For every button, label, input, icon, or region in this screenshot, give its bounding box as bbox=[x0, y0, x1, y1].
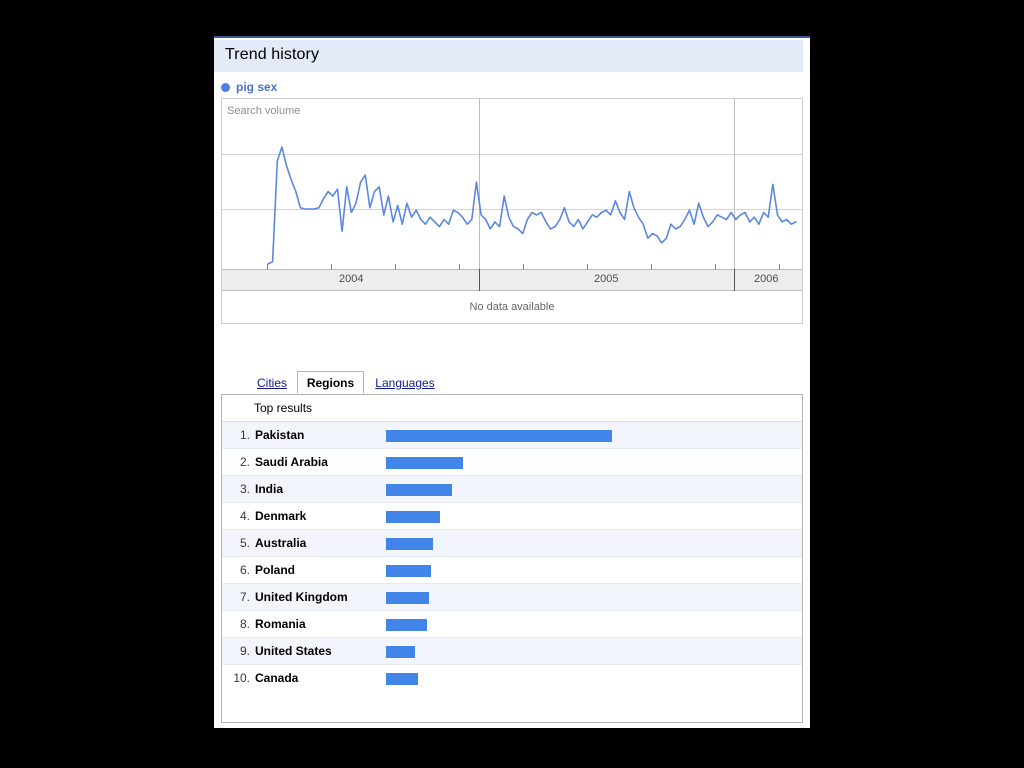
trend-line-chart bbox=[267, 146, 797, 265]
x-tick bbox=[587, 264, 588, 270]
no-data-message: No data available bbox=[469, 301, 555, 313]
row-value-bar bbox=[386, 484, 452, 496]
row-rank: 4. bbox=[239, 509, 250, 523]
tab-languages-label: Languages bbox=[375, 375, 435, 390]
page-header: Trend history bbox=[214, 40, 803, 72]
row-value-bar bbox=[386, 430, 612, 442]
chart-plot-area: Search volume bbox=[222, 99, 802, 269]
results-list: 1. Pakistan 2. Saudi Arabia 3. India 4. Denmark… bbox=[222, 422, 802, 692]
x-tick bbox=[651, 264, 652, 270]
table-row[interactable]: 5. Australia bbox=[222, 530, 802, 557]
chart-legend: pig sex bbox=[221, 78, 277, 96]
x-tick bbox=[779, 264, 780, 270]
x-tick bbox=[331, 264, 332, 270]
x-tick bbox=[267, 264, 268, 270]
row-rank: 10. bbox=[233, 671, 250, 685]
table-row[interactable]: 3. India bbox=[222, 476, 802, 503]
table-row[interactable]: 10. Canada bbox=[222, 665, 802, 692]
row-region-name: Denmark bbox=[255, 509, 307, 523]
row-value-bar bbox=[386, 538, 433, 550]
row-region-name: Saudi Arabia bbox=[255, 455, 328, 469]
row-value-bar bbox=[386, 619, 427, 631]
row-rank: 3. bbox=[239, 482, 250, 496]
row-rank: 8. bbox=[239, 617, 250, 631]
page-title: Trend history bbox=[225, 46, 320, 63]
x-axis-label-2006: 2006 bbox=[754, 273, 779, 285]
row-value-bar bbox=[386, 565, 431, 577]
x-tick bbox=[395, 264, 396, 270]
row-rank: 5. bbox=[239, 536, 250, 550]
row-value-bar bbox=[386, 511, 440, 523]
row-region-name: Romania bbox=[255, 617, 306, 631]
row-rank: 9. bbox=[239, 644, 250, 658]
no-data-region: No data available bbox=[222, 291, 802, 323]
row-rank: 2. bbox=[239, 455, 250, 469]
row-value-bar bbox=[386, 646, 415, 658]
row-region-name: Australia bbox=[255, 536, 307, 550]
x-axis-separator-2006 bbox=[734, 269, 735, 291]
top-results-panel: Top results 1. Pakistan 2. Saudi Arabia 3. In… bbox=[221, 394, 803, 723]
table-row[interactable]: 2. Saudi Arabia bbox=[222, 449, 802, 476]
table-row[interactable]: 8. Romania bbox=[222, 611, 802, 638]
x-axis-separator-2005 bbox=[479, 269, 480, 291]
row-region-name: United States bbox=[255, 644, 332, 658]
legend-label: pig sex bbox=[236, 80, 278, 94]
tab-regions-label: Regions bbox=[306, 375, 355, 390]
x-tick bbox=[715, 264, 716, 270]
table-row[interactable]: 9. United States bbox=[222, 638, 802, 665]
x-axis-label-2005: 2005 bbox=[594, 273, 619, 285]
trend-history-page: Trend history pig sex Search volume 2004… bbox=[214, 36, 810, 728]
row-region-name: Canada bbox=[255, 671, 299, 685]
screen: Trend history pig sex Search volume 2004… bbox=[0, 0, 1024, 768]
tab-regions[interactable]: Regions bbox=[297, 371, 364, 394]
row-rank: 1. bbox=[239, 428, 250, 442]
x-tick bbox=[459, 264, 460, 270]
row-value-bar bbox=[386, 457, 463, 469]
row-value-bar bbox=[386, 592, 429, 604]
chart-y-axis-label: Search volume bbox=[227, 105, 301, 117]
row-rank: 6. bbox=[239, 563, 250, 577]
results-header-row: Top results bbox=[222, 395, 802, 422]
x-axis-label-2004: 2004 bbox=[339, 273, 364, 285]
legend-dot-icon bbox=[221, 82, 230, 92]
chart-x-axis bbox=[222, 269, 802, 291]
row-region-name: Poland bbox=[255, 563, 296, 577]
row-region-name: India bbox=[255, 482, 284, 496]
row-region-name: Pakistan bbox=[255, 428, 305, 442]
tab-cities[interactable]: Cities bbox=[248, 371, 296, 394]
table-row[interactable]: 6. Poland bbox=[222, 557, 802, 584]
row-rank: 7. bbox=[239, 590, 250, 604]
tab-languages[interactable]: Languages bbox=[369, 371, 441, 394]
row-region-name: United Kingdom bbox=[255, 590, 348, 604]
results-tabs: Cities Regions Languages bbox=[221, 371, 803, 395]
x-tick bbox=[523, 264, 524, 270]
table-row[interactable]: 7. United Kingdom bbox=[222, 584, 802, 611]
results-header-label: Top results bbox=[254, 401, 313, 415]
table-row[interactable]: 1. Pakistan bbox=[222, 422, 802, 449]
tab-cities-label: Cities bbox=[256, 375, 287, 390]
row-value-bar bbox=[386, 673, 418, 685]
trend-chart-panel: Search volume 2004 2005 2006 No data ava… bbox=[221, 98, 803, 324]
table-row[interactable]: 4. Denmark bbox=[222, 503, 802, 530]
